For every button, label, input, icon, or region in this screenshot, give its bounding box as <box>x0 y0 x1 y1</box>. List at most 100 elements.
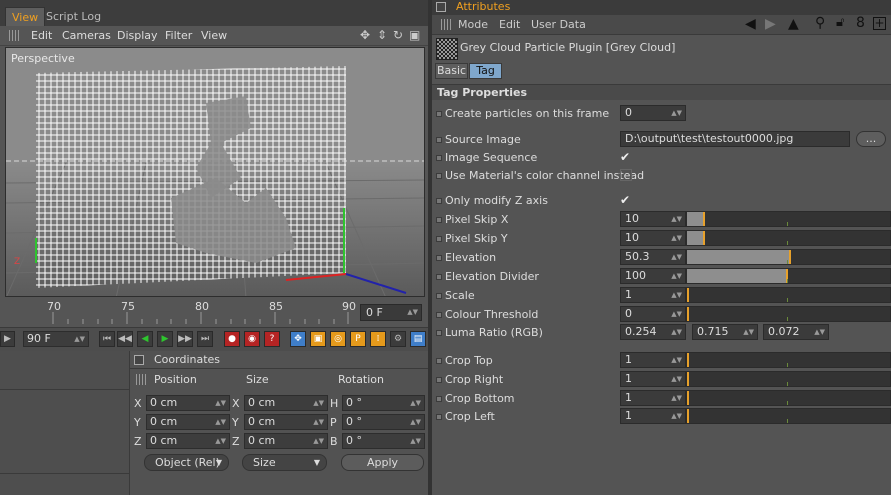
spinner-arrows-icon[interactable]: ▲▼ <box>671 409 682 423</box>
tab-tag[interactable]: Tag <box>469 63 502 79</box>
spinner-arrows-icon[interactable]: ▲▼ <box>313 434 324 448</box>
menu-view[interactable]: View <box>201 29 227 42</box>
slider-track[interactable] <box>686 230 891 246</box>
spinner-arrows-icon[interactable]: ▲▼ <box>407 305 418 319</box>
spinner-arrows-icon[interactable]: ▲▼ <box>671 269 682 283</box>
animation-dot-icon[interactable] <box>436 396 442 402</box>
size-mode-dropdown[interactable]: Size ▼ <box>242 454 327 471</box>
create-frame-field[interactable]: 0 ▲▼ <box>620 105 686 121</box>
rotation-p-field[interactable]: 0 ° ▲▼ <box>342 414 425 430</box>
slider-handle[interactable] <box>703 231 706 245</box>
slider-handle[interactable] <box>788 250 791 264</box>
luma-b-field[interactable]: 0.072 ▲▼ <box>763 324 829 340</box>
slider-track[interactable] <box>686 306 891 322</box>
slider-handle[interactable] <box>687 307 689 321</box>
slider-handle[interactable] <box>687 288 689 302</box>
coordinate-mode-dropdown[interactable]: Object (Rel) ▼ <box>144 454 229 471</box>
position-y-field[interactable]: 0 cm ▲▼ <box>146 414 230 430</box>
slider-value-field[interactable]: 100 ▲▼ <box>620 268 686 284</box>
move-view-icon[interactable]: ✥ <box>360 28 370 42</box>
menu-user-data[interactable]: User Data <box>531 18 586 31</box>
link-icon[interactable]: 8 <box>856 15 865 31</box>
source-image-field[interactable]: D:\output\test\testout0000.jpg <box>620 131 850 147</box>
luma-r-field[interactable]: 0.254 ▲▼ <box>620 324 686 340</box>
spinner-arrows-icon[interactable]: ▲▼ <box>671 372 682 386</box>
back-arrow-icon[interactable]: ◀ <box>745 16 756 32</box>
spinner-arrows-icon[interactable]: ▲▼ <box>215 434 226 448</box>
slider-handle[interactable] <box>703 212 706 226</box>
position-x-field[interactable]: 0 cm ▲▼ <box>146 395 230 411</box>
spinner-arrows-icon[interactable]: ▲▼ <box>671 353 682 367</box>
point-key-icon[interactable]: ⁞ <box>370 331 386 347</box>
end-frame-field[interactable]: 90 F ▲▼ <box>23 331 89 347</box>
up-arrow-icon[interactable]: ▲ <box>788 16 799 32</box>
animation-dot-icon[interactable] <box>436 255 442 261</box>
rotate-view-icon[interactable]: ↻ <box>393 28 403 42</box>
menu-mode[interactable]: Mode <box>458 18 488 31</box>
move-key-icon[interactable]: ✥ <box>290 331 306 347</box>
slider-track[interactable] <box>686 268 891 284</box>
panel-menu-icon[interactable] <box>134 355 144 365</box>
go-to-end-icon[interactable]: ⏭ <box>197 331 213 347</box>
lock-icon[interactable]: 🔓︎ <box>836 15 844 30</box>
rotate-key-icon[interactable]: ◎ <box>330 331 346 347</box>
animation-dot-icon[interactable] <box>436 414 442 420</box>
tab-script-log[interactable]: Script Log <box>40 7 107 26</box>
spinner-arrows-icon[interactable]: ▲▼ <box>410 415 421 429</box>
search-icon[interactable]: ⚲ <box>815 15 825 31</box>
scale-key-icon[interactable]: ▣ <box>310 331 326 347</box>
animation-dot-icon[interactable] <box>436 236 442 242</box>
size-y-field[interactable]: 0 cm ▲▼ <box>244 414 328 430</box>
size-x-field[interactable]: 0 cm ▲▼ <box>244 395 328 411</box>
spinner-arrows-icon[interactable]: ▲▼ <box>671 325 682 339</box>
spinner-arrows-icon[interactable]: ▲▼ <box>74 332 85 346</box>
timeline-ruler[interactable]: 70 75 80 85 90 <box>5 298 357 326</box>
forward-arrow-icon[interactable]: ▶ <box>765 16 776 32</box>
next-key-icon[interactable]: ▶▶ <box>177 331 193 347</box>
grip-icon[interactable] <box>136 374 147 385</box>
panel-menu-icon[interactable] <box>436 2 446 12</box>
spinner-arrows-icon[interactable]: ▲▼ <box>313 415 324 429</box>
current-frame-field[interactable]: 0 F ▲▼ <box>360 304 422 321</box>
slider-track[interactable] <box>686 390 891 406</box>
position-z-field[interactable]: 0 cm ▲▼ <box>146 433 230 449</box>
menu-display[interactable]: Display <box>117 29 158 42</box>
record-icon[interactable]: ● <box>224 331 240 347</box>
animation-dot-icon[interactable] <box>436 330 442 336</box>
spinner-arrows-icon[interactable]: ▲▼ <box>215 396 226 410</box>
spinner-arrows-icon[interactable]: ▲▼ <box>671 231 682 245</box>
slider-handle[interactable] <box>687 353 689 367</box>
maximize-view-icon[interactable]: ▣ <box>409 28 420 42</box>
spinner-arrows-icon[interactable]: ▲▼ <box>671 250 682 264</box>
3d-viewport[interactable]: Z Perspective <box>5 47 425 297</box>
spinner-arrows-icon[interactable]: ▲▼ <box>671 307 682 321</box>
pla-key-icon[interactable]: ⚙ <box>390 331 406 347</box>
spinner-arrows-icon[interactable]: ▲▼ <box>671 106 682 120</box>
apply-button[interactable]: Apply <box>341 454 424 471</box>
animation-dot-icon[interactable] <box>436 173 442 179</box>
slider-value-field[interactable]: 1 ▲▼ <box>620 352 686 368</box>
spinner-arrows-icon[interactable]: ▲▼ <box>313 396 324 410</box>
autokey-icon[interactable]: ◉ <box>244 331 260 347</box>
spinner-arrows-icon[interactable]: ▲▼ <box>410 434 421 448</box>
luma-g-field[interactable]: 0.715 ▲▼ <box>692 324 758 340</box>
slider-track[interactable] <box>686 352 891 368</box>
rotation-b-field[interactable]: 0 ° ▲▼ <box>342 433 425 449</box>
slider-track[interactable] <box>686 287 891 303</box>
parameter-key-icon[interactable]: P <box>350 331 366 347</box>
slider-value-field[interactable]: 1 ▲▼ <box>620 371 686 387</box>
tab-basic[interactable]: Basic <box>435 63 468 79</box>
play-left-icon[interactable]: ▶ <box>0 331 15 347</box>
spinner-arrows-icon[interactable]: ▲▼ <box>410 396 421 410</box>
grip-icon[interactable] <box>9 30 20 41</box>
animation-dot-icon[interactable] <box>436 111 442 117</box>
new-panel-icon[interactable]: + <box>873 17 886 30</box>
menu-edit[interactable]: Edit <box>499 18 520 31</box>
slider-value-field[interactable]: 10 ▲▼ <box>620 230 686 246</box>
slider-track[interactable] <box>686 371 891 387</box>
slider-handle[interactable] <box>687 372 689 386</box>
slider-value-field[interactable]: 50.3 ▲▼ <box>620 249 686 265</box>
animation-dot-icon[interactable] <box>436 198 442 204</box>
slider-track[interactable] <box>686 249 891 265</box>
timeline-icon[interactable]: ▤ <box>410 331 426 347</box>
